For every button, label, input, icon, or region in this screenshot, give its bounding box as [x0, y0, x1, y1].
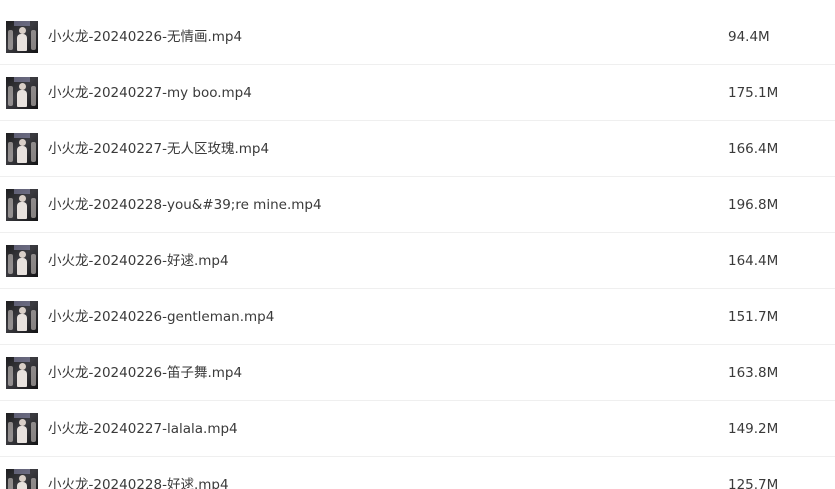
- video-thumbnail-icon: [6, 469, 38, 489]
- file-size: 164.4M: [728, 253, 779, 269]
- file-name[interactable]: 小火龙-20240226-笛子舞.mp4: [48, 363, 242, 383]
- file-row[interactable]: 小火龙-20240228-好逑.mp4 125.7M: [0, 457, 835, 489]
- file-list: 小火龙-20240226-无情画.mp4 94.4M 小火龙-20240227-…: [0, 0, 835, 489]
- file-size: 196.8M: [728, 197, 779, 213]
- file-row[interactable]: 小火龙-20240226-无情画.mp4 94.4M: [0, 9, 835, 65]
- file-size: 163.8M: [728, 365, 779, 381]
- file-size: 175.1M: [728, 85, 779, 101]
- video-thumbnail-icon: [6, 301, 38, 333]
- file-name[interactable]: 小火龙-20240226-gentleman.mp4: [48, 307, 274, 327]
- video-thumbnail-icon: [6, 133, 38, 165]
- video-thumbnail-icon: [6, 189, 38, 221]
- file-row[interactable]: 小火龙-20240227-my boo.mp4 175.1M: [0, 65, 835, 121]
- file-row[interactable]: 小火龙-20240228-you&#39;re mine.mp4 196.8M: [0, 177, 835, 233]
- file-name[interactable]: 小火龙-20240227-my boo.mp4: [48, 83, 252, 103]
- video-thumbnail-icon: [6, 357, 38, 389]
- file-size: 94.4M: [728, 29, 770, 45]
- file-name[interactable]: 小火龙-20240226-无情画.mp4: [48, 27, 242, 47]
- file-row[interactable]: 小火龙-20240227-无人区玫瑰.mp4 166.4M: [0, 121, 835, 177]
- file-name[interactable]: 小火龙-20240227-无人区玫瑰.mp4: [48, 139, 269, 159]
- file-size: 149.2M: [728, 421, 779, 437]
- video-thumbnail-icon: [6, 413, 38, 445]
- file-name[interactable]: 小火龙-20240227-lalala.mp4: [48, 419, 238, 439]
- file-size: 125.7M: [728, 477, 779, 489]
- video-thumbnail-icon: [6, 21, 38, 53]
- file-name[interactable]: 小火龙-20240226-好逑.mp4: [48, 251, 229, 271]
- file-name[interactable]: 小火龙-20240228-you&#39;re mine.mp4: [48, 195, 322, 215]
- video-thumbnail-icon: [6, 77, 38, 109]
- file-size: 166.4M: [728, 141, 779, 157]
- file-name[interactable]: 小火龙-20240228-好逑.mp4: [48, 475, 229, 489]
- video-thumbnail-icon: [6, 245, 38, 277]
- file-size: 151.7M: [728, 309, 779, 325]
- file-row[interactable]: 小火龙-20240227-lalala.mp4 149.2M: [0, 401, 835, 457]
- file-row[interactable]: 小火龙-20240226-笛子舞.mp4 163.8M: [0, 345, 835, 401]
- file-row[interactable]: 小火龙-20240226-好逑.mp4 164.4M: [0, 233, 835, 289]
- file-row[interactable]: 小火龙-20240226-gentleman.mp4 151.7M: [0, 289, 835, 345]
